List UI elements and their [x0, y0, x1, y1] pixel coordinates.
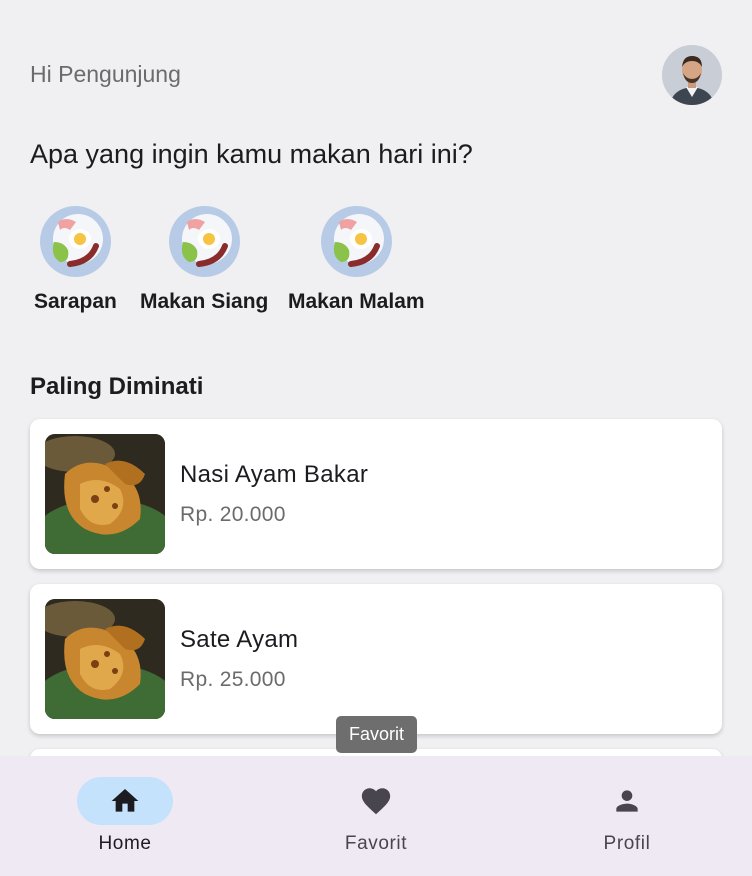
section-title-popular: Paling Diminati: [30, 373, 204, 400]
nav-item-favorit[interactable]: Favorit: [276, 777, 476, 855]
nav-item-home[interactable]: Home: [25, 777, 225, 855]
food-name: Sate Ayam: [180, 626, 299, 653]
category-sarapan[interactable]: Sarapan: [34, 206, 117, 314]
greeting-text: Hi Pengunjung: [30, 61, 181, 87]
category-label: Sarapan: [34, 290, 117, 313]
user-photo-icon: [662, 45, 722, 105]
person-icon: [616, 790, 638, 812]
food-photo: [45, 434, 165, 554]
page-question: Apa yang ingin kamu makan hari ini?: [30, 139, 473, 169]
breakfast-plate-icon: [39, 206, 111, 277]
nav-label: Profil: [603, 833, 651, 854]
food-price: Rp. 20.000: [180, 503, 286, 526]
nav-icon-container: [579, 777, 675, 825]
food-card-nasi-ayam-bakar[interactable]: Nasi Ayam Bakar Rp. 20.000: [30, 419, 722, 569]
category-label: Makan Malam: [288, 290, 425, 313]
heart-icon: [361, 788, 391, 815]
favorit-tooltip: Favorit: [336, 716, 417, 753]
nav-label: Favorit: [344, 833, 408, 854]
nav-active-indicator: [77, 777, 173, 825]
category-label: Makan Siang: [140, 290, 269, 313]
nav-label: Home: [98, 833, 152, 854]
nav-item-profil[interactable]: Profil: [527, 777, 727, 855]
food-price: Rp. 25.000: [180, 668, 286, 691]
bottom-navigation-bar: Home Favorit Profil: [0, 756, 752, 876]
avatar[interactable]: [662, 45, 722, 105]
breakfast-plate-icon: [320, 206, 392, 277]
home-icon: [111, 789, 139, 812]
category-makan-siang[interactable]: Makan Siang: [140, 206, 268, 314]
breakfast-plate-icon: [168, 206, 240, 277]
category-makan-malam[interactable]: Makan Malam: [288, 206, 425, 314]
nav-icon-container: [328, 777, 424, 825]
food-photo: [45, 599, 165, 719]
food-name: Nasi Ayam Bakar: [180, 461, 369, 488]
food-card-sate-ayam[interactable]: Sate Ayam Rp. 25.000: [30, 584, 722, 734]
